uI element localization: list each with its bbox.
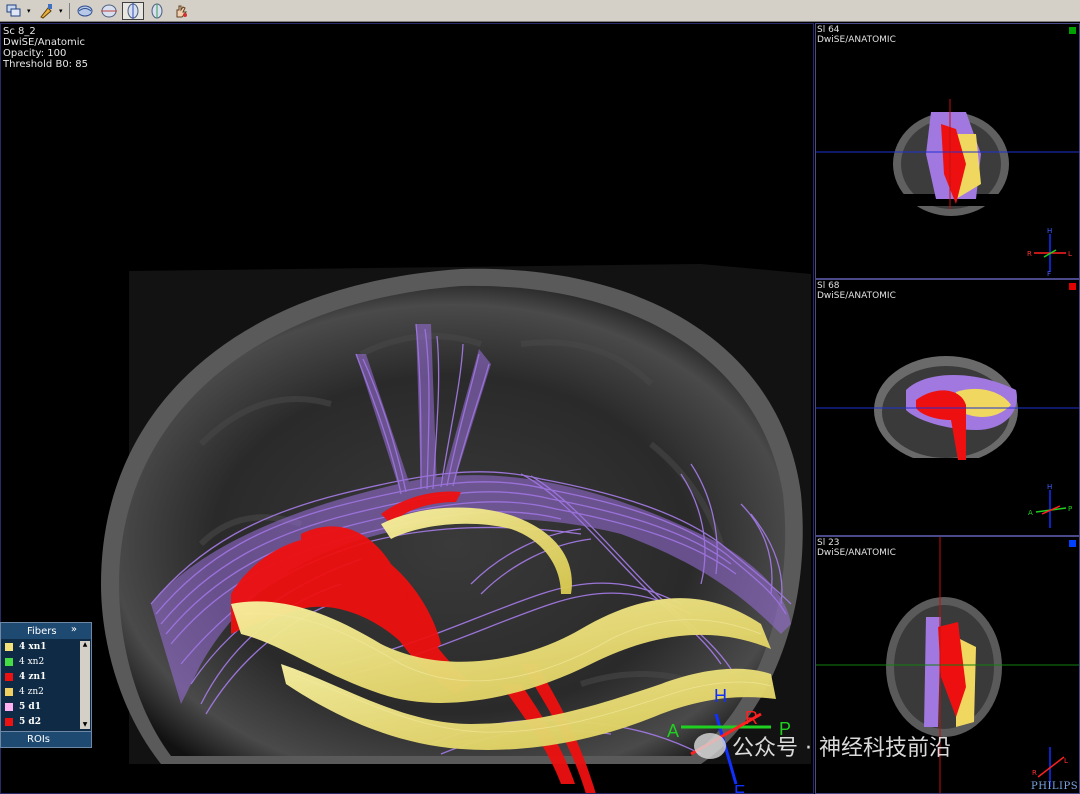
layers-dropdown-arrow[interactable]: ▾ [27,7,33,15]
fiber-list-scrollbar[interactable]: ▲ ▼ [80,641,90,729]
svg-text:L: L [1064,757,1068,765]
philips-brand: PHILIPS [1031,781,1079,792]
opacity-text: Opacity: 100 [3,48,67,59]
rotate-brain-icon [77,5,93,16]
rois-panel-header[interactable]: ROIs [0,731,92,748]
series-name: DwiSE/ANATOMIC [817,291,896,301]
side-view-3-info: Sl 23 DwiSE/ANATOMIC [817,538,896,558]
hand-button[interactable] [170,2,192,20]
fibers-panel-header[interactable]: Fibers » [1,623,91,639]
view-marker-green [1069,27,1076,34]
sagittal-view-icon [127,2,139,19]
fiber-label: 5 d2 [19,716,41,727]
view-marker-blue [1069,540,1076,547]
coronal-view-icon [151,3,163,18]
layers-icon [6,4,21,16]
fibers-panel-title: Fibers [27,625,57,637]
scroll-down-arrow-icon[interactable]: ▼ [80,721,90,729]
hand-icon [176,5,188,17]
svg-text:A: A [1028,509,1033,517]
fiber-list: 4 xn1 4 xn2 4 zn1 4 zn2 5 d1 5 d2 [1,639,81,729]
scroll-up-arrow-icon[interactable]: ▲ [80,641,90,649]
fiber-color-swatch[interactable] [5,657,13,666]
fiber-list-item[interactable]: 4 zn2 [1,684,81,699]
slice-number: Sl 23 [817,538,840,548]
axial-view-button[interactable] [98,2,120,20]
fiber-list-item[interactable]: 5 d2 [1,714,81,729]
series-name: DwiSE/ANATOMIC [817,35,896,45]
axial-view-icon [101,4,117,17]
svg-text:H: H [1047,227,1052,235]
fiber-color-swatch[interactable] [5,672,13,681]
brush-button[interactable] [35,2,57,20]
layers-button[interactable] [3,2,25,20]
fiber-color-swatch[interactable] [5,717,13,726]
axis-label-f: F [734,782,745,794]
brush-icon [40,3,52,19]
fiber-label: 4 zn1 [19,671,47,682]
series-text: DwiSE/Anatomic [3,37,86,48]
fiber-label: 4 xn1 [19,641,47,652]
expand-chevron-icon[interactable]: » [71,624,77,635]
scan-info-overlay: Sc 8_2 DwiSE/Anatomic Opacity: 100 Thres… [3,26,88,70]
fiber-label: 4 zn2 [19,686,44,697]
sagittal-view-button[interactable] [122,1,144,20]
fiber-color-swatch[interactable] [5,702,13,711]
threshold-text: Threshold B0: 85 [3,59,88,70]
side-view-1[interactable]: H R L F Sl 64 DwiSE/ANATOMIC [815,23,1080,279]
slice-number: Sl 64 [817,25,840,35]
fibers-panel: Fibers » 4 xn1 4 xn2 4 zn1 4 zn2 5 d1 5 d2 ▲ … [0,622,92,748]
fiber-list-item[interactable]: 4 zn1 [1,669,81,684]
side-view-1-image: H R L F [816,99,1079,278]
wechat-logo-icon [694,733,726,759]
fiber-list-item[interactable]: 5 d1 [1,699,81,714]
watermark-text: 公众号 · 神经科技前沿 [732,736,951,761]
svg-text:P: P [1068,505,1072,513]
side-view-1-info: Sl 64 DwiSE/ANATOMIC [817,25,896,45]
fiber-label: 4 xn2 [19,656,45,667]
axis-label-h: H [714,686,727,706]
svg-text:H: H [1047,483,1052,491]
view-marker-red [1069,283,1076,290]
series-name: DwiSE/ANATOMIC [817,548,896,558]
fiber-list-item[interactable]: 4 xn1 [1,639,81,654]
brush-dropdown-arrow[interactable]: ▾ [59,7,65,15]
svg-text:L: L [1068,250,1072,258]
svg-text:F: F [1047,270,1051,278]
toolbar-separator [69,2,70,19]
main-3d-viewport[interactable]: H F A P R Sc 8_2 DwiSE/Anatomic Opacity:… [0,23,814,794]
tractography-scene: H F A P R [101,264,811,794]
side-view-2-info: Sl 68 DwiSE/ANATOMIC [817,281,896,301]
svg-text:R: R [1027,250,1032,258]
svg-text:R: R [1032,769,1037,777]
fiber-label: 5 d1 [19,701,41,712]
axis-label-a: A [667,721,679,741]
watermark: 公众号 · 神经科技前沿 [694,730,951,762]
scan-id-text: Sc 8_2 [3,26,36,37]
fiber-color-swatch[interactable] [5,687,13,696]
side-view-2[interactable]: H A P Sl 68 DwiSE/ANATOMIC [815,279,1080,536]
coronal-view-button[interactable] [146,2,168,20]
slice-number: Sl 68 [817,281,840,291]
side-view-2-image: H A P [816,356,1079,528]
fiber-color-swatch[interactable] [5,642,13,651]
rotate-brain-button[interactable] [74,2,96,20]
toolbar: ▾ ▾ [0,0,1080,22]
axis-label-r: R [745,708,758,728]
fiber-list-item[interactable]: 4 xn2 [1,654,81,669]
